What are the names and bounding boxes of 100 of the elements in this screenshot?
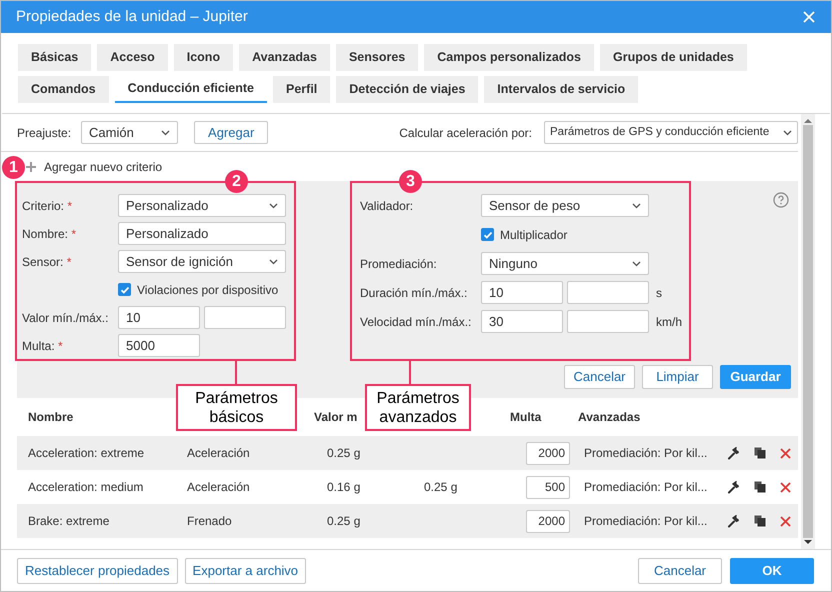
input-field[interactable] [567,281,649,304]
checkbox-label: Multiplicador [500,226,568,244]
scroll-down-icon[interactable] [804,540,812,544]
footer-button[interactable]: Restablecer propiedades [17,558,178,584]
table-cell-text: 0.16 g [327,479,362,496]
field-label: Valor mín./máx.: [22,310,108,324]
field-label: Calcular aceleración por: [399,124,532,142]
input-field[interactable]: 30 [481,310,563,333]
tab[interactable]: Intervalos de servicio [484,76,638,103]
dropdown[interactable]: Camión [81,121,178,144]
caret-icon [632,260,641,266]
field-label: Preajuste: [17,124,72,142]
footer-button[interactable]: Exportar a archivo [184,558,306,584]
secondary-button[interactable]: Cancelar [564,365,635,389]
close-icon[interactable] [803,11,815,23]
table-cell-text: Promediación: Por kil... [584,513,708,530]
input-field[interactable]: 10 [481,281,563,304]
tab[interactable]: Perfil [273,76,330,103]
scrollbar[interactable] [801,114,815,549]
caret-icon [632,202,641,208]
tab[interactable]: Detección de viajes [336,76,478,103]
input-field[interactable] [204,306,286,329]
plus-icon[interactable] [26,162,36,172]
wrench-icon[interactable] [727,514,740,528]
dropdown-value: Ninguno [489,254,538,273]
checkbox-label: Violaciones por dispositivo [137,282,278,298]
field-label: Promediación: [360,256,437,270]
scroll-up-icon[interactable] [804,119,812,123]
dropdown-value: Camión [89,124,134,142]
table-cell-text: Acceleration: medium [27,479,144,496]
wrench-icon[interactable] [727,446,740,460]
fine-input[interactable]: 2000 [526,510,570,532]
tab[interactable]: Grupos de unidades [600,44,747,71]
caret-icon [269,202,278,208]
secondary-button[interactable]: Cancelar [638,558,722,584]
add-criterion-link[interactable]: Agregar nuevo criterio [44,158,162,176]
table-cell-text: 0.25 g [327,445,362,462]
field-label: Nombre: * [22,226,76,240]
field-label: Multa: * [22,338,63,352]
delete-icon[interactable] [780,482,791,492]
copy-icon[interactable] [754,515,766,527]
dropdown-value: Personalizado [126,196,208,215]
table-cell-text: Promediación: Por kil... [584,445,708,462]
callout-label: Parámetros avanzados [365,384,471,431]
input-field[interactable] [567,310,649,333]
dropdown-value: Parámetros de GPS y conducción eficiente [550,124,770,140]
table-cell-text: Acceleration: extreme [27,445,146,462]
add-preset-button[interactable]: Agregar [194,121,268,144]
table-cell-text: 0.25 g [327,513,362,530]
caret-icon [161,130,170,136]
column-header: Nombre [28,410,74,424]
tab[interactable]: Básicas [18,44,92,71]
fine-input[interactable]: 500 [526,476,570,498]
tab[interactable]: Comandos [18,76,109,103]
tab[interactable]: Campos personalizados [424,44,594,71]
dropdown[interactable]: Sensor de ignición [118,250,286,273]
field-label: Sensor: * [22,254,72,268]
column-header: Multa [510,410,542,424]
dropdown-value: Sensor de peso [489,196,580,215]
field-label: Validador: [360,198,414,212]
wrench-icon[interactable] [727,480,740,494]
input-field[interactable]: Personalizado [118,222,286,245]
tab[interactable]: Sensores [336,44,418,71]
field-label: Duración mín./máx.: [360,286,468,300]
delete-icon[interactable] [780,516,791,526]
tab[interactable]: Acceso [97,44,168,71]
number-badge: 3 [399,170,422,193]
field-label: Velocidad mín./máx.: [360,314,472,328]
delete-icon[interactable] [780,448,791,458]
checkbox[interactable] [118,283,131,296]
dropdown[interactable]: Sensor de peso [481,194,649,217]
fine-input[interactable]: 2000 [526,442,570,464]
checkbox[interactable] [481,228,494,241]
unit-label: km/h [656,314,682,330]
window-title: Propiedades de la unidad – Jupiter [16,6,248,27]
dropdown[interactable]: Ninguno [481,252,649,275]
callout-label: Parámetros básicos [176,384,297,431]
unit-label: s [656,284,662,302]
column-header: Avanzadas [578,409,640,426]
number-badge: 1 [2,156,25,179]
table-row[interactable]: Acceleration: extreme Aceleración 0.25 g 2000 Promediación: Por kil... [17,436,798,470]
copy-icon[interactable] [754,447,766,459]
tab[interactable]: Avanzadas [239,44,330,71]
dropdown[interactable]: Personalizado [118,194,286,217]
help-icon[interactable] [773,192,789,208]
copy-icon[interactable] [754,481,766,493]
secondary-button[interactable]: Limpiar [642,365,713,389]
table-cell-text: Brake: extreme [27,513,110,530]
caret-icon [269,258,278,264]
dropdown[interactable]: Parámetros de GPS y conducción eficiente [544,121,798,144]
column-header: Valor m [314,410,358,424]
table-row[interactable]: Brake: extreme Frenado 0.25 g 2000 Promediación: Por kil... [17,504,798,538]
table-cell-text: Aceleración [187,479,251,496]
tab[interactable]: Icono [174,44,234,71]
table-cell: 0.25 g [424,480,458,494]
input-field[interactable]: 5000 [118,334,200,357]
input-field[interactable]: 10 [118,306,200,329]
table-cell-text: Frenado [187,513,233,530]
caret-icon [783,130,792,136]
number-badge: 2 [225,170,248,193]
